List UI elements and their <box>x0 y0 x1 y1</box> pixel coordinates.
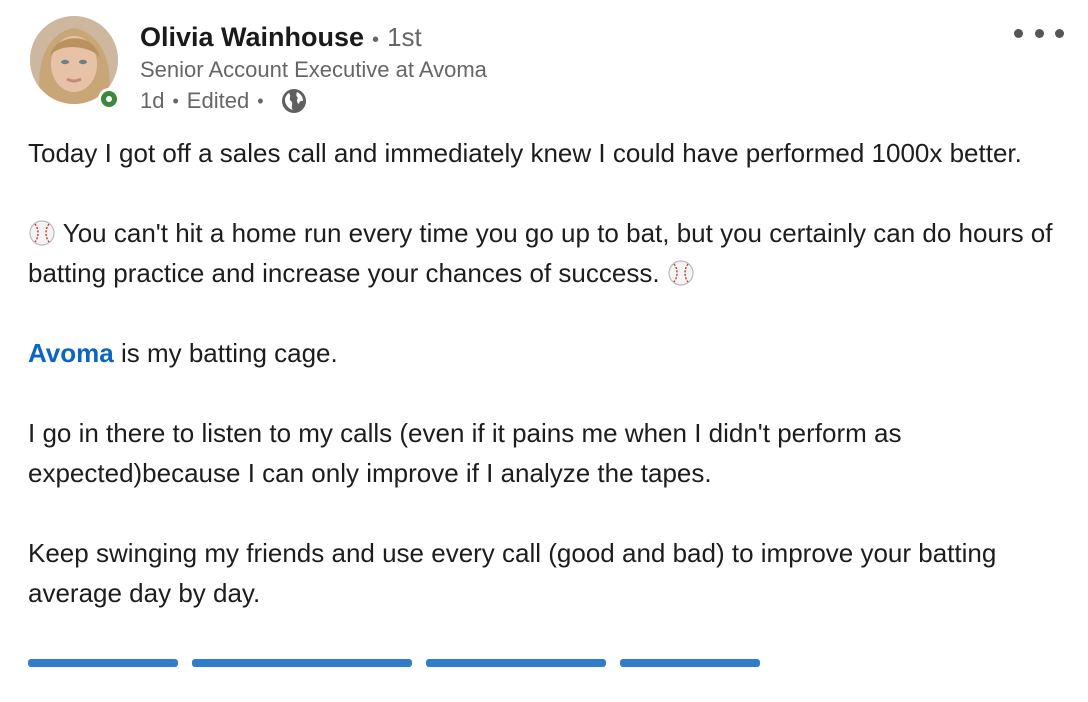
baseball-icon <box>29 220 55 246</box>
baseball-icon <box>668 260 694 286</box>
connection-degree: 1st <box>387 22 422 52</box>
truncated-next-line <box>28 653 1073 667</box>
author-name[interactable]: Olivia Wainhouse <box>140 22 364 52</box>
clipped-text-fragment <box>192 659 412 667</box>
post-meta: 1d • Edited • <box>140 86 308 116</box>
edited-label: Edited <box>186 88 250 113</box>
more-dot-icon <box>1014 28 1023 38</box>
clipped-text-fragment <box>620 659 760 667</box>
clipped-text-fragment <box>28 659 178 667</box>
post-paragraph-1: Today I got off a sales call and immedia… <box>28 138 1022 168</box>
more-dot-icon <box>1055 28 1064 38</box>
online-status-badge <box>98 88 120 110</box>
post-body: Today I got off a sales call and immedia… <box>28 133 1073 667</box>
feed-post: Olivia Wainhouse • 1st Senior Account Exec… <box>0 0 1088 702</box>
post-time: 1d <box>140 88 165 113</box>
post-paragraph-4: I go in there to listen to my calls (eve… <box>28 418 902 488</box>
clipped-text-fragment <box>426 659 606 667</box>
more-dot-icon <box>1034 28 1044 38</box>
name-separator: • <box>372 29 380 51</box>
author-avatar-wrapper[interactable] <box>30 16 120 112</box>
author-name-line: Olivia Wainhouse • 1st <box>140 20 422 57</box>
author-headline: Senior Account Executive at Avoma <box>140 57 487 82</box>
post-paragraph-3-text: is my batting cage. <box>113 338 338 368</box>
company-mention-link[interactable]: Avoma <box>28 338 114 368</box>
meta-separator-2: • <box>257 91 264 111</box>
globe-icon <box>281 89 306 113</box>
post-paragraph-3: Avoma is my batting cage. <box>28 333 1073 373</box>
more-options-button[interactable] <box>1014 22 1064 44</box>
meta-separator: • <box>172 91 179 111</box>
post-paragraph-2: You can't hit a home run every time you … <box>28 213 1073 293</box>
post-paragraph-2-text: You can't hit a home run every time you … <box>28 218 1053 288</box>
post-header: Olivia Wainhouse • 1st Senior Account Exec… <box>30 14 1070 118</box>
post-paragraph-5: Keep swinging my friends and use every c… <box>28 538 997 608</box>
